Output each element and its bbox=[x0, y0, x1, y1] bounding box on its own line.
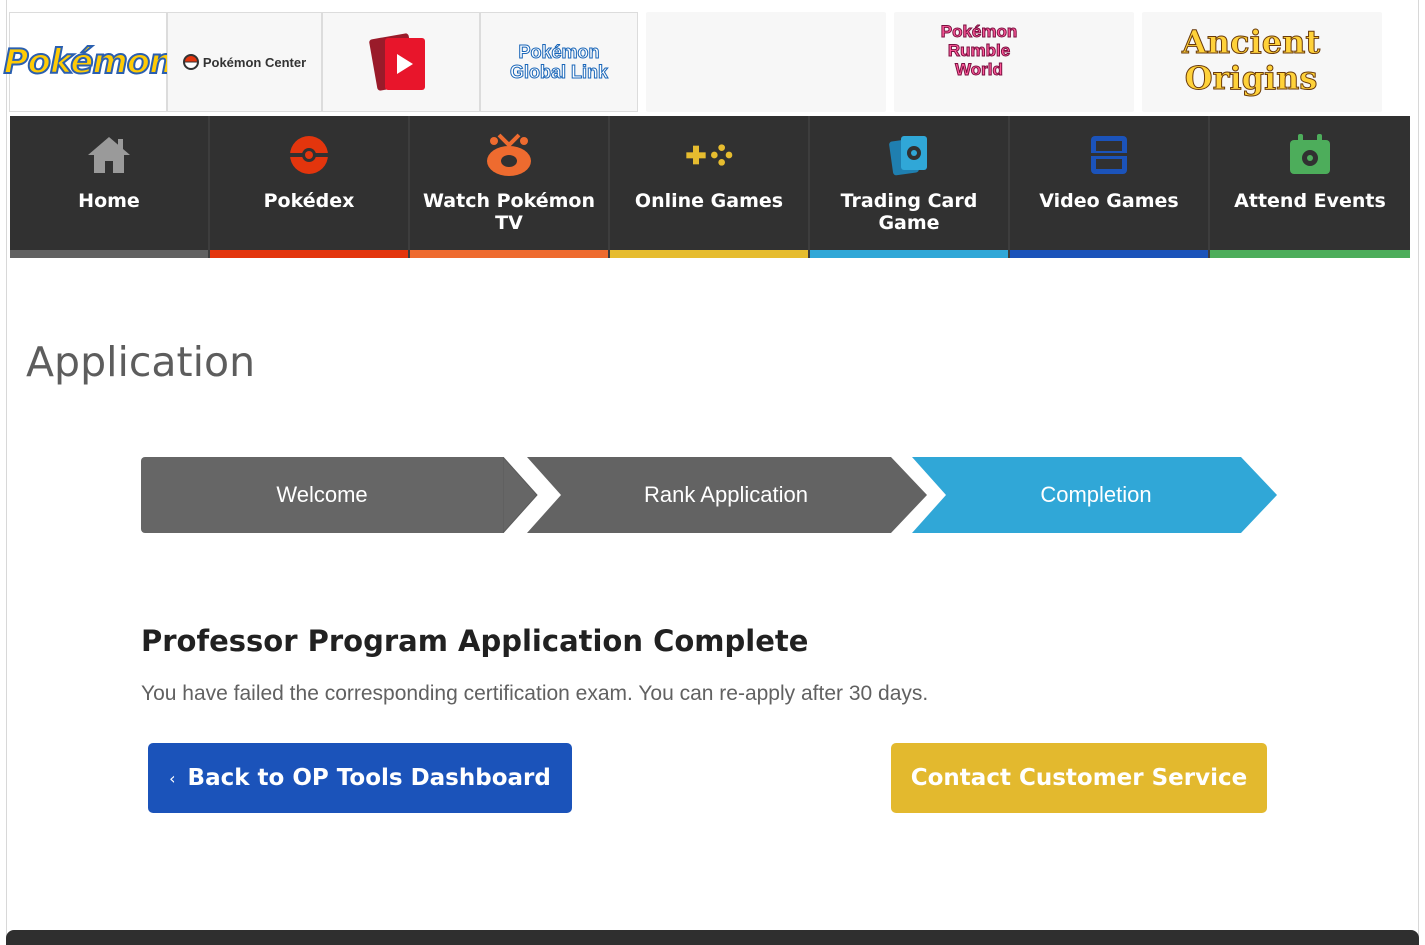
global-link-logo[interactable]: Pokémon Global Link bbox=[480, 12, 638, 112]
chevron-left-icon: ‹ bbox=[169, 768, 176, 788]
application-stepper: Welcome Rank Application Completion bbox=[141, 457, 1281, 533]
nav-item-watch-tv[interactable]: Watch Pokémon TV bbox=[410, 116, 610, 258]
footer-bar bbox=[6, 930, 1419, 945]
nav-color-bar bbox=[1210, 250, 1410, 258]
promo-strip: Pokémon Pokémon Center Pokémon Global Lin… bbox=[3, 12, 1415, 112]
nav-label: Attend Events bbox=[1234, 190, 1386, 212]
back-to-dashboard-button[interactable]: ‹ Back to OP Tools Dashboard bbox=[148, 743, 572, 813]
pokeball-icon bbox=[285, 132, 333, 178]
page-title: Application bbox=[26, 338, 256, 386]
nav-color-bar bbox=[1010, 250, 1208, 258]
nav-label: Online Games bbox=[634, 190, 784, 212]
pokemon-tv-logo[interactable] bbox=[322, 12, 480, 112]
nav-item-home[interactable]: Home bbox=[10, 116, 210, 258]
nav-color-bar bbox=[410, 250, 608, 258]
nav-item-video-games[interactable]: Video Games bbox=[1010, 116, 1210, 258]
step-rank-application: Rank Application bbox=[644, 482, 808, 507]
banner-omega-alpha[interactable] bbox=[646, 12, 886, 112]
pokeball-icon bbox=[182, 54, 199, 70]
nav-item-tcg[interactable]: Trading Card Game bbox=[810, 116, 1010, 258]
tv-play-icon bbox=[368, 32, 429, 92]
handheld-console-icon bbox=[1085, 132, 1133, 178]
cards-icon bbox=[885, 132, 933, 178]
step-completion: Completion bbox=[1040, 482, 1152, 507]
nav-color-bar bbox=[210, 250, 408, 258]
nav-color-bar bbox=[810, 250, 1008, 258]
nav-color-bar bbox=[610, 250, 808, 258]
pokemon-logo[interactable]: Pokémon bbox=[3, 12, 174, 112]
nav-color-bar bbox=[10, 250, 208, 258]
main-nav: Home Pokédex Watch Pokémon TV Online Gam… bbox=[10, 116, 1410, 258]
contact-customer-service-button[interactable]: Contact Customer Service bbox=[891, 743, 1267, 813]
nav-label: Trading Card Game bbox=[840, 190, 978, 234]
nav-item-pokedex[interactable]: Pokédex bbox=[210, 116, 410, 258]
gamepad-icon bbox=[685, 132, 733, 178]
banner-ancient-origins[interactable]: Ancient Origins bbox=[1142, 12, 1382, 112]
nav-label: Watch Pokémon TV bbox=[423, 190, 595, 234]
step-welcome: Welcome bbox=[141, 457, 503, 533]
nav-label: Pokédex bbox=[263, 190, 355, 212]
completion-heading: Professor Program Application Complete bbox=[141, 624, 809, 658]
calendar-icon bbox=[1286, 132, 1334, 178]
nav-label: Video Games bbox=[1039, 190, 1179, 212]
nav-item-attend-events[interactable]: Attend Events bbox=[1210, 116, 1410, 258]
completion-message: You have failed the corresponding certif… bbox=[141, 682, 929, 705]
tv-icon bbox=[485, 132, 533, 178]
nav-item-online-games[interactable]: Online Games bbox=[610, 116, 810, 258]
home-icon bbox=[85, 132, 133, 178]
banner-rumble-world[interactable]: Pokémon Rumble World bbox=[894, 12, 1134, 112]
nav-label: Home bbox=[78, 190, 140, 212]
pokemon-center-logo[interactable]: Pokémon Center bbox=[167, 12, 322, 112]
